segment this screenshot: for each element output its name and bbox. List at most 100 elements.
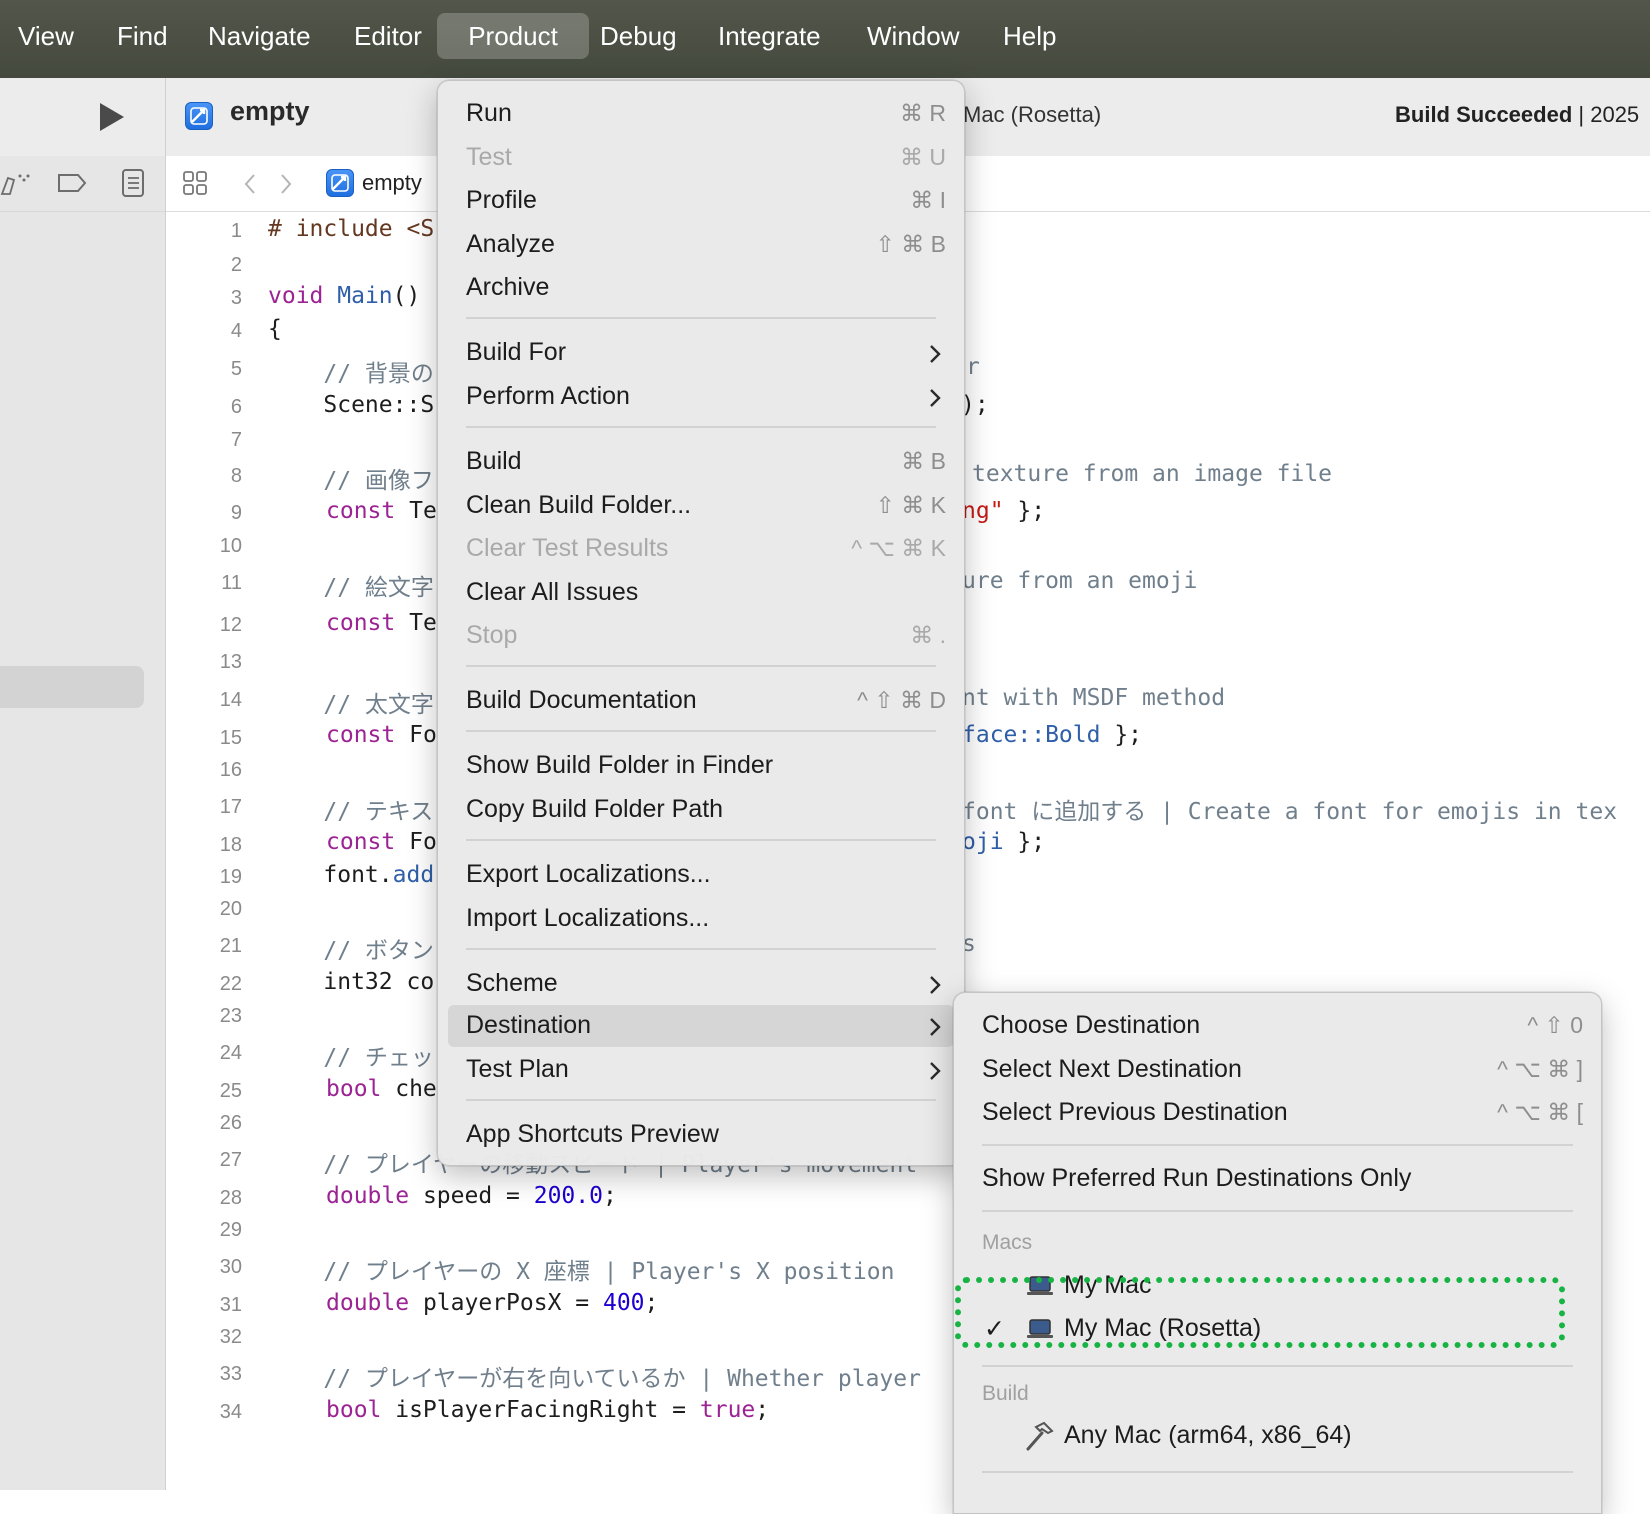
menu-item-perform-action[interactable]: Perform Action xyxy=(448,376,954,418)
menu-item-run[interactable]: Run ⌘ R xyxy=(448,93,954,135)
code-comment: // チェッ xyxy=(268,1045,434,1071)
code-line: bool isPlayerFacingRight = true; xyxy=(326,1397,770,1423)
code-line: # include <S xyxy=(268,216,435,242)
line-number: 15 xyxy=(219,727,242,749)
menu-item-stop[interactable]: Stop ⌘ . xyxy=(448,615,954,657)
menu-item-app-shortcuts-preview[interactable]: App Shortcuts Preview xyxy=(448,1114,954,1156)
menu-item-show-preferred-destinations[interactable]: Show Preferred Run Destinations Only xyxy=(964,1158,1591,1200)
menu-item-label: Show Build Folder in Finder xyxy=(466,751,774,779)
menu-find[interactable]: Find xyxy=(117,13,168,59)
menu-item-import-localizations[interactable]: Import Localizations... xyxy=(448,898,954,940)
menu-item-label: Copy Build Folder Path xyxy=(466,795,724,823)
menu-item-analyze[interactable]: Analyze ⇧ ⌘ B xyxy=(448,224,954,266)
line-number: 17 xyxy=(219,796,242,818)
hammer-icon xyxy=(1026,1421,1054,1451)
menu-item-destination[interactable]: Destination xyxy=(448,1005,954,1047)
chevron-right-icon xyxy=(930,1062,941,1080)
menu-separator xyxy=(982,1144,1573,1146)
menu-item-label: Choose Destination xyxy=(982,1011,1201,1039)
menu-debug[interactable]: Debug xyxy=(600,13,677,59)
line-number: 14 xyxy=(219,689,242,711)
menu-separator xyxy=(466,948,936,950)
menu-item-show-build-folder[interactable]: Show Build Folder in Finder xyxy=(448,745,954,787)
menu-item-export-localizations[interactable]: Export Localizations... xyxy=(448,854,954,896)
menu-item-clean-build-folder[interactable]: Clean Build Folder... ⇧ ⌘ K xyxy=(448,485,954,527)
menu-item-build-documentation[interactable]: Build Documentation ^ ⇧ ⌘ D xyxy=(448,680,954,722)
related-items-grid-icon[interactable] xyxy=(182,170,208,196)
run-button[interactable] xyxy=(96,100,128,134)
line-number: 24 xyxy=(219,1042,242,1064)
menu-item-copy-build-folder-path[interactable]: Copy Build Folder Path xyxy=(448,789,954,831)
line-number: 6 xyxy=(230,396,242,418)
breakpoint-navigator-icon[interactable] xyxy=(56,172,88,194)
line-number: 27 xyxy=(219,1149,242,1171)
menu-item-label: Profile xyxy=(466,186,537,214)
line-number: 34 xyxy=(219,1401,242,1423)
line-number: 32 xyxy=(219,1326,242,1348)
shortcut-label: ⌘ I xyxy=(910,187,946,213)
code-line: double speed = 200.0; xyxy=(326,1183,617,1209)
menu-item-choose-destination[interactable]: Choose Destination ^ ⇧ 0 xyxy=(964,1005,1591,1047)
code-line: const Te xyxy=(326,610,437,636)
menu-item-build[interactable]: Build ⌘ B xyxy=(448,441,954,483)
menu-item-select-next-destination[interactable]: Select Next Destination ^ ⌥ ⌘ ] xyxy=(964,1049,1591,1091)
menu-help[interactable]: Help xyxy=(1003,13,1056,59)
code-comment: r xyxy=(966,354,980,380)
menu-item-archive[interactable]: Archive xyxy=(448,267,954,309)
menu-item-label: Import Localizations... xyxy=(466,904,710,932)
menu-item-label: Select Previous Destination xyxy=(982,1098,1288,1126)
sidebar-selected-row[interactable] xyxy=(0,666,144,708)
menu-bar: View Find Navigate Editor Product Debug … xyxy=(0,0,1650,79)
line-number: 13 xyxy=(219,651,242,673)
menu-editor[interactable]: Editor xyxy=(354,13,422,59)
menu-item-clear-all-issues[interactable]: Clear All Issues xyxy=(448,572,954,614)
menu-item-label: Build For xyxy=(466,338,567,366)
menu-item-label: Archive xyxy=(466,273,550,301)
menu-item-label: Select Next Destination xyxy=(982,1055,1242,1083)
code-comment: // ボタン xyxy=(268,938,434,964)
menu-item-profile[interactable]: Profile ⌘ I xyxy=(448,180,954,222)
menu-item-test-plan[interactable]: Test Plan xyxy=(448,1049,954,1091)
chevron-right-icon xyxy=(930,389,941,407)
shortcut-label: ^ ⇧ ⌘ D xyxy=(857,687,946,713)
line-number: 23 xyxy=(219,1005,242,1027)
run-destination[interactable]: Mac (Rosetta) xyxy=(963,102,1101,128)
code-line: { xyxy=(268,316,282,342)
menu-navigate[interactable]: Navigate xyxy=(208,13,311,59)
menu-item-label: Perform Action xyxy=(466,382,630,410)
project-title[interactable]: empty xyxy=(230,96,310,127)
menu-separator xyxy=(466,1099,936,1101)
menu-window[interactable]: Window xyxy=(867,13,959,59)
line-number: 7 xyxy=(230,429,242,451)
menu-view[interactable]: View xyxy=(18,13,74,59)
destination-any-mac[interactable]: Any Mac (arm64, x86_64) xyxy=(964,1415,1591,1457)
menu-separator xyxy=(982,1365,1573,1367)
code-comment: // プレイヤーの X 座標 | Player's X position xyxy=(268,1259,895,1285)
code-comment: // 絵文字 xyxy=(268,575,434,601)
menu-item-scheme[interactable]: Scheme xyxy=(448,963,954,1005)
destination-submenu: Choose Destination ^ ⇧ 0 Select Next Dest… xyxy=(953,992,1602,1514)
menu-item-label: Clear All Issues xyxy=(466,578,639,606)
shortcut-label: ⌘ . xyxy=(910,622,946,648)
menu-item-label: Analyze xyxy=(466,230,555,258)
menu-item-clear-test-results[interactable]: Clear Test Results ^ ⌥ ⌘ K xyxy=(448,528,954,570)
debug-navigator-icon[interactable] xyxy=(0,170,34,198)
menu-item-select-previous-destination[interactable]: Select Previous Destination ^ ⌥ ⌘ [ xyxy=(964,1092,1591,1134)
line-number: 31 xyxy=(219,1294,242,1316)
build-status: Build Succeeded | 2025 xyxy=(1395,102,1639,128)
report-navigator-icon[interactable] xyxy=(120,168,146,198)
code-line: font.add xyxy=(268,862,435,888)
menu-integrate[interactable]: Integrate xyxy=(718,13,821,59)
menu-separator xyxy=(982,1210,1573,1212)
menu-item-label: Any Mac (arm64, x86_64) xyxy=(1064,1421,1352,1449)
forward-chevron-icon[interactable] xyxy=(278,172,294,196)
line-number: 10 xyxy=(219,535,242,557)
code-line: face::Bold }; xyxy=(962,722,1143,748)
jump-bar-project[interactable]: empty xyxy=(362,170,422,196)
menu-item-build-for[interactable]: Build For xyxy=(448,332,954,374)
code-line: void Main() xyxy=(268,283,421,309)
shortcut-label: ^ ⌥ ⌘ [ xyxy=(1497,1099,1583,1125)
menu-item-test[interactable]: Test ⌘ U xyxy=(448,137,954,179)
back-chevron-icon[interactable] xyxy=(242,172,258,196)
menu-product[interactable]: Product xyxy=(437,13,589,59)
